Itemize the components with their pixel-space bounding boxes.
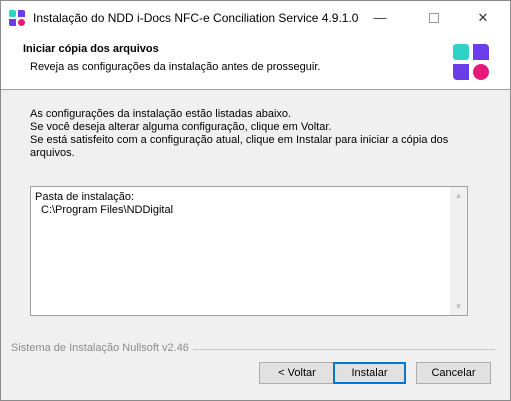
summary-content: Pasta de instalação: C:\Program Files\ND…	[35, 191, 173, 217]
instruction-line: arquivos.	[30, 147, 75, 159]
install-button[interactable]: Instalar	[333, 362, 406, 384]
maximize-button[interactable]	[412, 1, 456, 34]
page-header: Iniciar cópia dos arquivos Reveja as con…	[1, 34, 510, 90]
instructions-text: As configurações da instalação estão lis…	[30, 108, 480, 160]
installer-brand: Sistema de Instalação Nullsoft v2.46	[11, 342, 193, 354]
back-button[interactable]: < Voltar	[259, 362, 335, 384]
cancel-button[interactable]: Cancelar	[416, 362, 491, 384]
page-subtitle: Reveja as configurações da instalação an…	[30, 61, 321, 73]
summary-label: Pasta de instalação:	[35, 191, 135, 203]
summary-value: C:\Program Files\NDDigital	[41, 204, 174, 216]
instruction-line: Se você deseja alterar alguma configuraç…	[30, 121, 332, 133]
instruction-line: Se está satisfeito com a configuração at…	[30, 134, 449, 146]
scroll-up-icon[interactable]: ▲	[450, 187, 467, 204]
close-button[interactable]: ✕	[461, 1, 505, 34]
maximize-icon	[429, 12, 439, 23]
summary-listbox[interactable]: Pasta de instalação: C:\Program Files\ND…	[30, 186, 468, 316]
close-icon: ✕	[477, 9, 489, 25]
minimize-button[interactable]: —	[358, 1, 402, 34]
vertical-scrollbar[interactable]: ▲ ▼	[450, 187, 467, 315]
minimize-icon: —	[373, 10, 387, 25]
instruction-line: As configurações da instalação estão lis…	[30, 108, 292, 120]
scroll-down-icon[interactable]: ▼	[450, 298, 467, 315]
window-title: Instalação do NDD i-Docs NFC-e Conciliat…	[33, 11, 359, 25]
ndd-logo-icon	[9, 10, 25, 26]
page-title: Iniciar cópia dos arquivos	[23, 43, 159, 55]
installer-window: Instalação do NDD i-Docs NFC-e Conciliat…	[0, 0, 511, 401]
title-bar: Instalação do NDD i-Docs NFC-e Conciliat…	[1, 1, 510, 34]
ndd-logo-icon	[453, 44, 489, 80]
